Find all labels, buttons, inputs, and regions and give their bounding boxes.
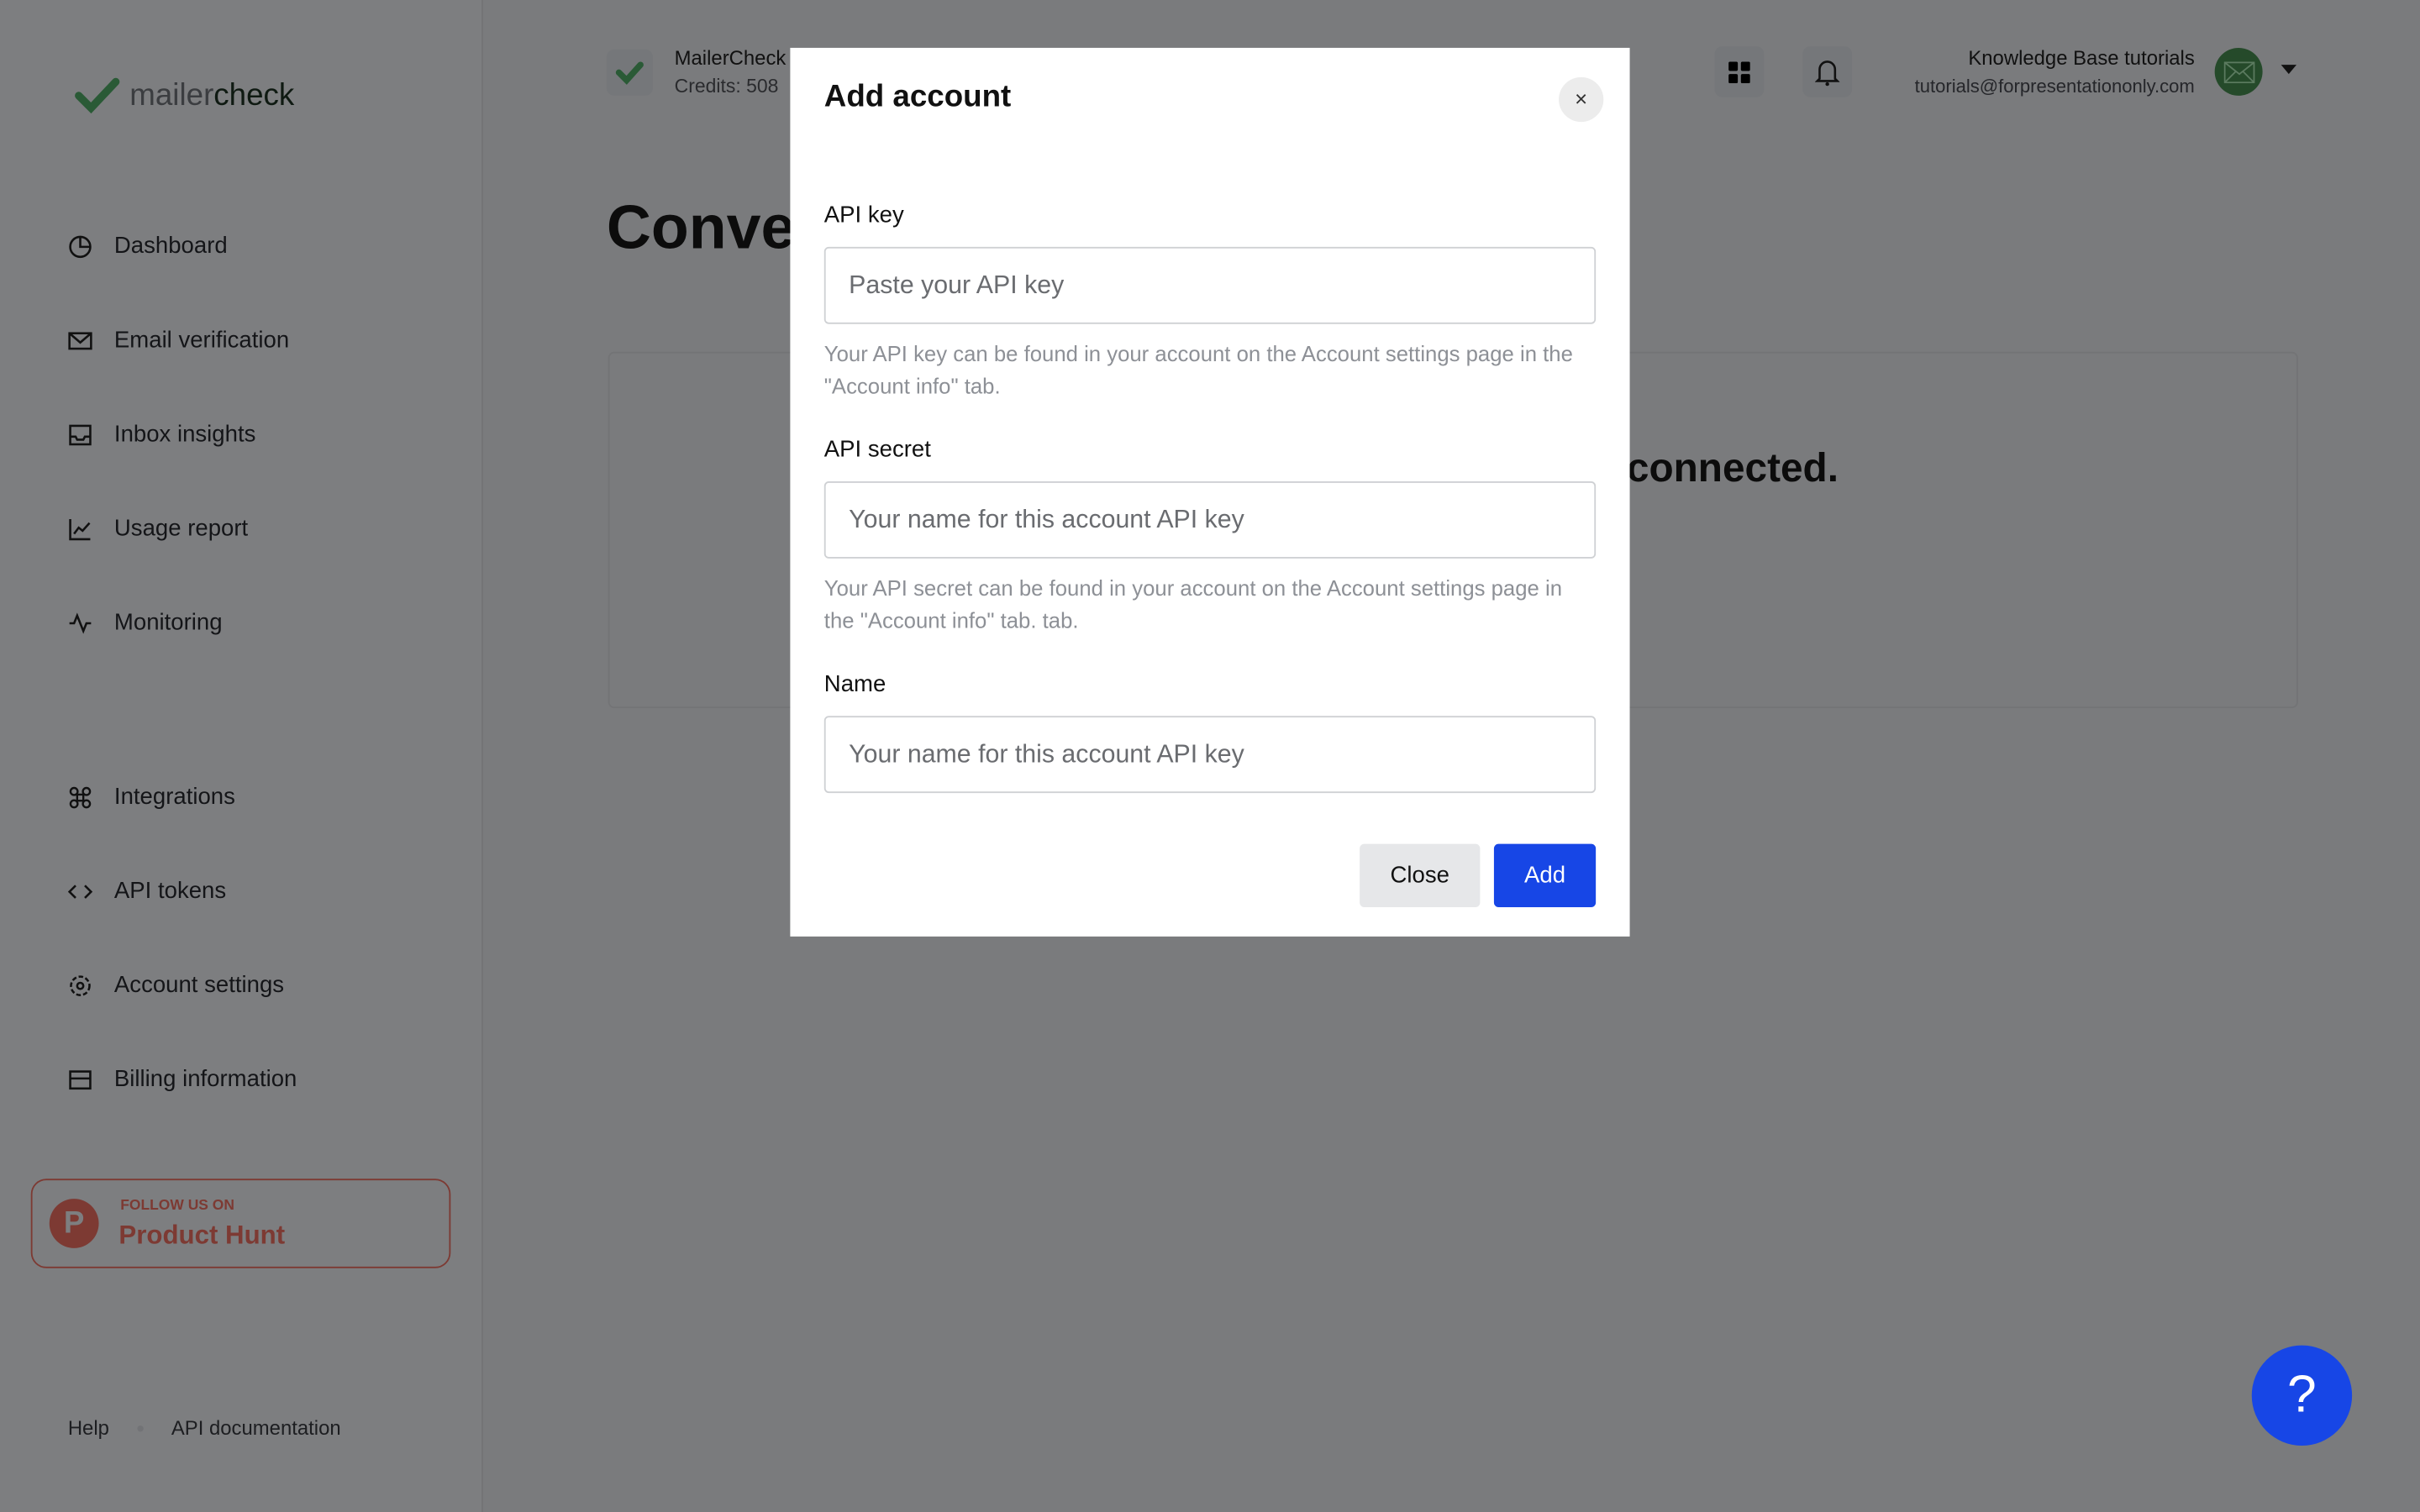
chevron-down-icon[interactable] [2281, 65, 2297, 75]
add-account-modal: Add account × API key Your API key can b… [790, 47, 1630, 937]
user-name: Knowledge Base tutorials [1968, 46, 2195, 70]
logo[interactable]: mailercheck [74, 77, 294, 114]
sidebar-item-account-settings[interactable]: Account settings [68, 972, 284, 998]
sidebar-item-label: Account settings [113, 972, 285, 999]
modal-title: Add account [823, 80, 1012, 114]
sidebar-item-inbox-insights[interactable]: Inbox insights [68, 421, 256, 448]
bell-icon [1814, 60, 1840, 86]
app: mailercheck Dashboard Email verification… [0, 0, 2420, 1512]
user-menu[interactable]: Knowledge Base tutorials tutorials@forpr… [1915, 46, 2195, 97]
sidebar-item-label: Usage report [113, 515, 249, 542]
apps-grid-button[interactable] [1714, 46, 1765, 97]
brand-part1: mailer [129, 77, 214, 113]
envelope-icon [2223, 60, 2254, 83]
brand-part2: check [213, 77, 295, 113]
mail-check-icon [68, 331, 92, 349]
account-name: MailerCheck [674, 46, 786, 70]
sidebar-item-api-tokens[interactable]: API tokens [67, 878, 227, 905]
card-message: connected. [1626, 444, 1839, 491]
command-icon [69, 785, 92, 808]
api-secret-input[interactable] [823, 481, 1597, 559]
help-link[interactable]: Help [68, 1416, 109, 1440]
api-key-hint: Your API key can be found in your accoun… [823, 340, 1573, 398]
api-key-input[interactable] [823, 246, 1597, 324]
activity-icon [69, 612, 92, 633]
user-email: tutorials@forpresentationonly.com [1914, 75, 2195, 97]
product-hunt-name: Product Hunt [118, 1220, 286, 1250]
sidebar-item-label: API tokens [113, 878, 227, 905]
sidebar-item-label: Monitoring [113, 609, 223, 636]
product-hunt-follow-label: FOLLOW US ON [120, 1197, 234, 1215]
add-button[interactable]: Add [1493, 843, 1597, 907]
account-check-icon [606, 49, 653, 96]
name-label: Name [823, 670, 886, 698]
close-button[interactable]: Close [1360, 843, 1481, 907]
grid-icon [1728, 60, 1750, 83]
check-logo-icon [75, 77, 120, 114]
sidebar-item-usage-report[interactable]: Usage report [68, 515, 249, 542]
sidebar: mailercheck Dashboard Email verification… [0, 0, 483, 1512]
sidebar-item-label: Billing information [113, 1066, 297, 1093]
sidebar-item-label: Email verification [113, 327, 290, 354]
page-title: Conve [606, 194, 796, 263]
credit-card-icon [69, 1069, 92, 1089]
sidebar-item-label: Dashboard [113, 233, 228, 260]
avatar[interactable] [2214, 47, 2263, 96]
sidebar-item-label: Integrations [113, 784, 235, 811]
inbox-icon [69, 423, 92, 445]
footer-separator [137, 1425, 144, 1432]
name-input[interactable] [823, 716, 1597, 794]
api-key-label: API key [823, 202, 904, 228]
gear-icon [70, 974, 91, 996]
product-hunt-logo-icon: P [49, 1199, 99, 1248]
api-secret-hint: Your API secret can be found in your acc… [823, 575, 1562, 633]
sidebar-item-integrations[interactable]: Integrations [68, 784, 235, 810]
api-documentation-link[interactable]: API documentation [171, 1416, 341, 1440]
line-chart-icon [69, 518, 91, 540]
sidebar-item-monitoring[interactable]: Monitoring [68, 609, 223, 636]
pie-chart-icon [69, 234, 92, 258]
notifications-button[interactable] [1802, 46, 1853, 97]
account-credits: Credits: 508 [674, 75, 779, 97]
sidebar-item-email-verification[interactable]: Email verification [68, 327, 290, 354]
close-icon[interactable]: × [1559, 76, 1604, 123]
code-icon [67, 884, 93, 898]
sidebar-item-label: Inbox insights [113, 421, 256, 448]
api-secret-label: API secret [823, 436, 931, 464]
sidebar-item-billing-information[interactable]: Billing information [68, 1066, 297, 1092]
sidebar-item-dashboard[interactable]: Dashboard [68, 233, 228, 260]
product-hunt-button[interactable]: P FOLLOW US ON Product Hunt [30, 1179, 451, 1268]
help-chat-button[interactable]: ? [2251, 1345, 2353, 1446]
